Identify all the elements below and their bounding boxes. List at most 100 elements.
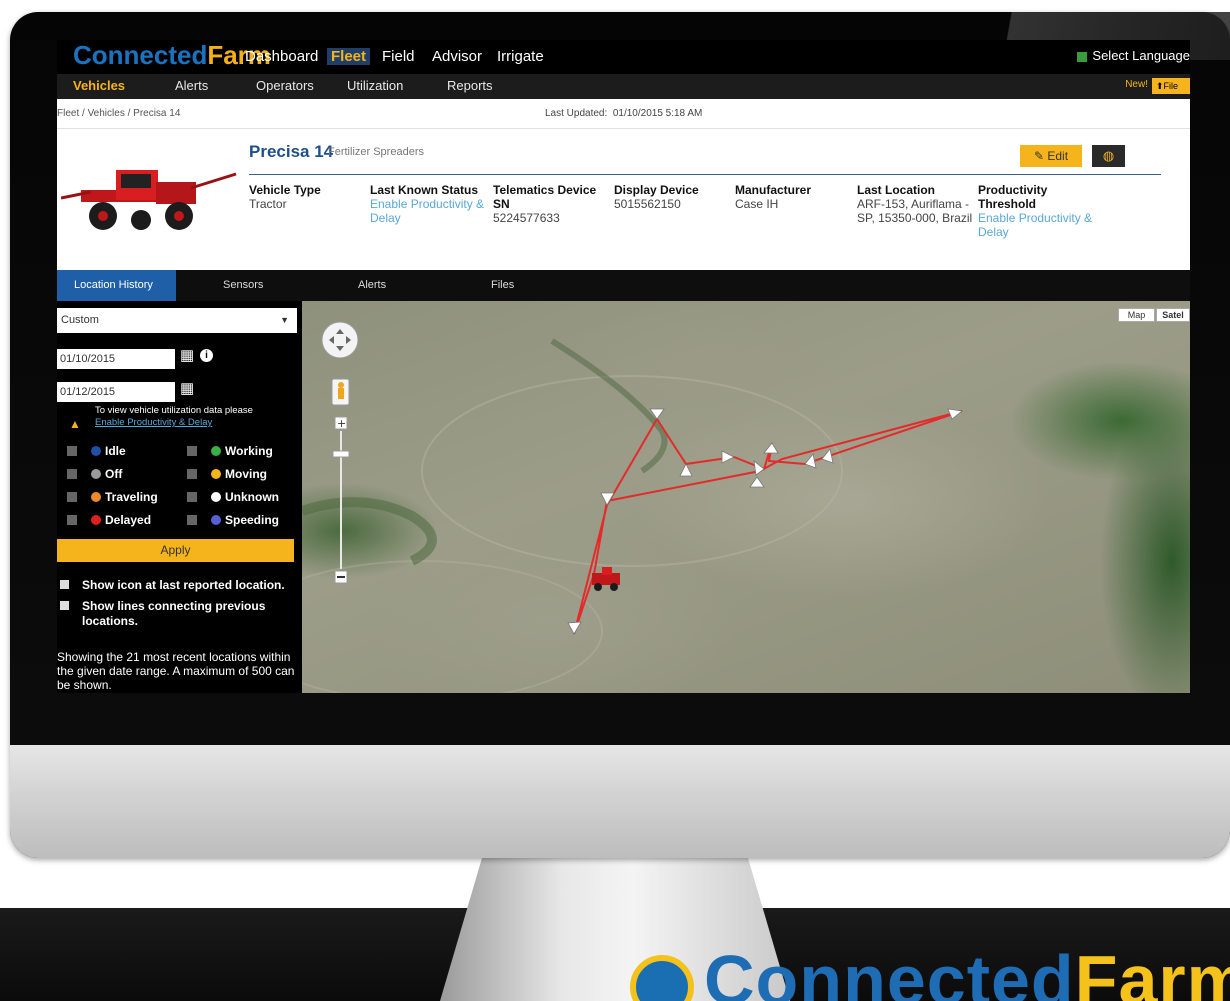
speedometer-icon: ◍: [1102, 148, 1115, 163]
last-location-tractor-icon[interactable]: [592, 567, 620, 591]
status-working[interactable]: Working: [187, 444, 273, 458]
map-overlay: +: [302, 321, 963, 693]
tab-sensors[interactable]: Sensors: [223, 270, 263, 301]
map-type-map-button[interactable]: Map: [1118, 308, 1155, 322]
edit-button-label: Edit: [1047, 149, 1069, 163]
file-button[interactable]: ⬆File: [1152, 78, 1190, 94]
checkbox-checked-icon[interactable]: [60, 601, 69, 610]
status-label: Off: [105, 467, 123, 481]
footer-logo-text: ConnectedFarm: [704, 945, 1230, 1001]
status-checkbox[interactable]: [67, 492, 77, 502]
location-marker-icon[interactable]: [763, 442, 779, 454]
location-marker-icon[interactable]: [804, 453, 817, 469]
date-range-select[interactable]: Custom ▼: [57, 308, 297, 333]
edit-button[interactable]: ✎ Edit: [1020, 145, 1082, 167]
connectedfarm-logo: ConnectedFarm: [630, 928, 1230, 1001]
status-speeding[interactable]: Speeding: [187, 513, 279, 527]
status-label: Working: [225, 444, 273, 458]
apply-button[interactable]: Apply: [57, 539, 294, 562]
enable-productivity-link[interactable]: Enable Productivity & Delay: [978, 211, 1098, 239]
nav-field[interactable]: Field: [382, 48, 415, 65]
show-lines-option[interactable]: Show lines connecting previous locations…: [57, 599, 297, 629]
detail-tabs: Location History Sensors Alerts Files: [57, 270, 1190, 301]
nav-advisor[interactable]: Advisor: [432, 48, 482, 65]
tab-files[interactable]: Files: [491, 270, 514, 301]
location-marker-icon[interactable]: [947, 408, 963, 420]
status-checkbox[interactable]: [187, 492, 197, 502]
status-checkbox[interactable]: [67, 446, 77, 456]
field-label: Productivity Threshold: [978, 183, 1048, 211]
status-dot-icon: [91, 515, 101, 525]
subnav-vehicles[interactable]: Vehicles: [73, 78, 125, 93]
start-date-input[interactable]: 01/10/2015: [57, 349, 175, 369]
language-label: Select Language: [1092, 48, 1190, 63]
field-vehicle-type: Vehicle Type Tractor: [249, 183, 349, 211]
subnav-operators[interactable]: Operators: [256, 78, 314, 93]
language-selector[interactable]: Select Language: [1077, 48, 1190, 63]
breadcrumb[interactable]: Fleet / Vehicles / Precisa 14: [57, 108, 180, 119]
status-moving[interactable]: Moving: [187, 467, 267, 481]
dashboard-button[interactable]: ◍: [1092, 145, 1125, 167]
tab-location-history[interactable]: Location History: [57, 270, 176, 301]
location-map[interactable]: + Map Satel: [302, 301, 1190, 693]
field-productivity-threshold: Productivity Threshold Enable Productivi…: [978, 183, 1098, 239]
subnav-utilization[interactable]: Utilization: [347, 78, 403, 93]
status-label: Traveling: [105, 490, 158, 504]
map-type-satellite-button[interactable]: Satel: [1156, 308, 1190, 322]
field-value: Tractor: [249, 197, 287, 211]
calendar-icon[interactable]: ▦: [180, 346, 194, 364]
last-updated-label: Last Updated:: [545, 108, 608, 119]
edit-icon: ✎: [1033, 149, 1045, 163]
status-off[interactable]: Off: [67, 467, 122, 481]
footer-logo-accent: Farm: [1074, 941, 1230, 1001]
enable-productivity-link[interactable]: Enable Productivity & Delay: [370, 197, 488, 225]
nav-irrigate[interactable]: Irrigate: [497, 48, 544, 65]
app-logo[interactable]: ConnectedFarm: [73, 42, 271, 68]
status-delayed[interactable]: Delayed: [67, 513, 151, 527]
pan-control-icon[interactable]: [321, 321, 359, 359]
calendar-icon[interactable]: ▦: [180, 379, 194, 397]
nav-fleet[interactable]: Fleet: [327, 48, 371, 65]
field-manufacturer: Manufacturer Case IH: [735, 183, 845, 211]
field-label: Manufacturer: [735, 183, 812, 197]
status-checkbox[interactable]: [187, 446, 197, 456]
status-dot-icon: [211, 515, 221, 525]
status-unknown[interactable]: Unknown: [187, 490, 279, 504]
enable-productivity-link[interactable]: Enable Productivity & Delay: [95, 417, 253, 429]
end-date-input[interactable]: 01/12/2015: [57, 382, 175, 402]
status-dot-icon: [91, 469, 101, 479]
subnav-reports[interactable]: Reports: [447, 78, 493, 93]
status-label: Unknown: [225, 490, 279, 504]
status-checkbox[interactable]: [67, 469, 77, 479]
info-icon[interactable]: i: [200, 349, 213, 362]
stage: ConnectedFarm Dashboard Fleet Field Advi…: [0, 0, 1230, 1001]
location-marker-icon[interactable]: [749, 476, 765, 488]
top-nav: ConnectedFarm Dashboard Fleet Field Advi…: [57, 40, 1190, 74]
subnav-alerts[interactable]: Alerts: [175, 78, 208, 93]
field-last-location: Last Location ARF-153, Auriflama - SP, 1…: [857, 183, 975, 225]
location-marker-icon[interactable]: [821, 448, 834, 464]
status-label: Delayed: [105, 513, 152, 527]
zoom-slider-handle[interactable]: [332, 450, 350, 458]
status-checkbox[interactable]: [187, 469, 197, 479]
new-badge: New!: [1125, 79, 1148, 90]
pegman-icon[interactable]: [331, 378, 350, 406]
status-traveling[interactable]: Traveling: [67, 490, 158, 504]
status-checkbox[interactable]: [67, 515, 77, 525]
field-label: Vehicle Type: [249, 183, 321, 197]
last-updated: Last Updated: 01/10/2015 5:18 AM: [545, 108, 702, 119]
location-marker-icon[interactable]: [753, 460, 765, 476]
show-icon-option[interactable]: Show icon at last reported location.: [57, 578, 297, 593]
status-idle[interactable]: Idle: [67, 444, 126, 458]
status-checkbox[interactable]: [187, 515, 197, 525]
location-marker-icon[interactable]: [567, 621, 582, 635]
field-label: Display Device: [614, 183, 699, 197]
field-label: Telematics Device SN: [493, 183, 597, 211]
route-line: [573, 410, 963, 635]
option-label: Show lines connecting previous locations…: [82, 599, 266, 628]
nav-dashboard[interactable]: Dashboard: [245, 48, 318, 65]
location-marker-icon[interactable]: [721, 450, 735, 464]
tab-alerts[interactable]: Alerts: [358, 270, 386, 301]
location-marker-icon[interactable]: [679, 463, 693, 477]
checkbox-checked-icon[interactable]: [60, 580, 69, 589]
